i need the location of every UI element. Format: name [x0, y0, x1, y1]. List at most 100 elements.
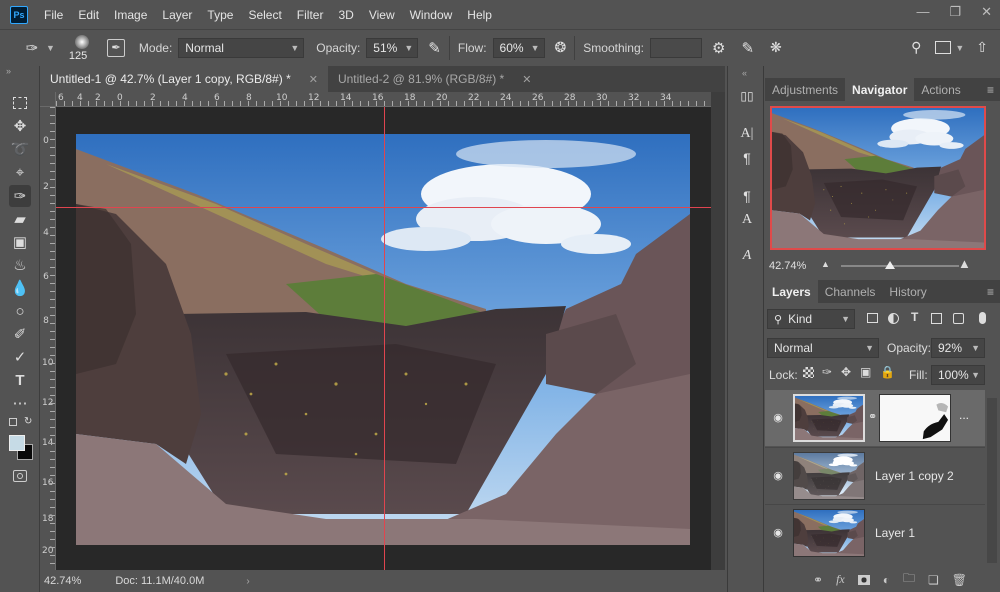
new-adjustment-layer-icon[interactable]: ◐ [883, 573, 890, 587]
canvas-vertical-scrollbar[interactable] [711, 92, 725, 570]
symmetry-butterfly-icon[interactable]: ❋ [770, 39, 782, 56]
quick-mask-icon[interactable] [13, 470, 27, 482]
eraser-tool-icon[interactable]: ▣ [9, 231, 31, 253]
zoom-slider-handle[interactable] [885, 261, 895, 269]
horizontal-ruler[interactable]: 6 4 2 0 2 4 6 8 10 12 14 16 18 20 22 24 … [56, 92, 711, 107]
status-zoom[interactable]: 42.74% [44, 575, 81, 587]
mode-dropdown[interactable]: Normal ▼ [178, 37, 305, 58]
vertical-guide[interactable] [384, 107, 385, 570]
layer-mask-thumbnail[interactable] [879, 394, 951, 442]
delete-layer-trash-icon[interactable]: 🗑 [952, 573, 967, 587]
filter-type-icon[interactable]: T [911, 310, 918, 324]
menu-window[interactable]: Window [410, 8, 453, 22]
opacity-field[interactable]: 51% ▼ [366, 37, 419, 58]
filter-pixel-icon[interactable] [867, 313, 878, 323]
brush-tool-icon[interactable]: ✑ [9, 185, 31, 207]
ruler-origin[interactable] [40, 92, 56, 107]
panel-menu-icon[interactable]: ≡ [987, 78, 994, 101]
vertical-ruler[interactable]: 0 2 4 6 8 10 12 14 16 18 20 [40, 107, 56, 570]
glyphs-panel-icon[interactable]: A [736, 246, 758, 266]
navigator-zoom-value[interactable]: 42.74% [769, 260, 806, 272]
tab-layers[interactable]: Layers [765, 280, 818, 303]
close-icon[interactable]: ✕ [981, 4, 992, 20]
navigator-zoom-slider[interactable] [841, 261, 959, 269]
type-tool-icon[interactable]: T [9, 369, 31, 391]
layer-name[interactable]: Layer 1 [875, 526, 915, 540]
menu-image[interactable]: Image [114, 8, 147, 22]
pen-tool-icon[interactable]: ✐ [9, 323, 31, 345]
search-icon[interactable]: ⚲ [911, 39, 921, 56]
blend-mode-dropdown[interactable]: Normal ▼ [767, 338, 879, 358]
collapse-toolbar-icon[interactable]: » [6, 66, 11, 76]
close-icon[interactable]: ✕ [522, 73, 531, 86]
link-layers-icon[interactable]: ⚭ [813, 573, 823, 587]
close-icon[interactable]: ✕ [309, 73, 318, 86]
lock-position-icon[interactable]: ✥ [841, 365, 851, 379]
dodge-tool-icon[interactable]: ○ [9, 300, 31, 322]
chevron-down-icon[interactable]: ▼ [46, 43, 55, 53]
tab-untitled-1[interactable]: Untitled-1 @ 42.7% (Layer 1 copy, RGB/8#… [40, 66, 328, 92]
layer-row-layer-1-copy[interactable]: ◉ ⚭ ... [765, 390, 985, 446]
document-canvas[interactable] [76, 134, 690, 545]
tab-adjustments[interactable]: Adjustments [765, 78, 845, 101]
panel-menu-icon[interactable]: ≡ [987, 280, 994, 303]
layer-opacity-field[interactable]: 92% ▼ [931, 338, 985, 358]
canvas-pasteboard[interactable] [56, 107, 711, 570]
collapse-panels-icon[interactable]: « [742, 68, 747, 78]
lock-artboard-icon[interactable]: ▣ [860, 365, 871, 379]
swap-colors-icon[interactable]: ↻ [24, 416, 32, 427]
lock-all-icon[interactable]: 🔒 [880, 365, 895, 379]
brush-tool-preset-icon[interactable]: ✑ [20, 39, 44, 57]
move-tool-icon[interactable]: ✥ [9, 115, 31, 137]
default-colors-icon[interactable] [9, 418, 17, 426]
foreground-color-swatch[interactable] [9, 435, 25, 451]
smoothing-settings-gear-icon[interactable]: ⚙ [712, 39, 725, 57]
lock-transparent-icon[interactable] [803, 367, 814, 378]
share-icon[interactable]: ⇧ [976, 39, 988, 56]
more-tools-icon[interactable]: ⋯ [9, 392, 31, 414]
layer-row-layer-1-copy-2[interactable]: ◉ Layer 1 copy 2 [765, 447, 985, 503]
new-group-icon[interactable]: 🗀 [903, 569, 915, 590]
zoom-out-icon[interactable]: ▲ [821, 259, 830, 269]
blur-tool-icon[interactable]: 💧 [9, 277, 31, 299]
pressure-size-icon[interactable]: ✎ [741, 39, 754, 57]
tab-channels[interactable]: Channels [818, 280, 883, 303]
menu-type[interactable]: Type [207, 8, 233, 22]
lasso-tool-icon[interactable]: ➰ [9, 138, 31, 160]
layer-more-icon[interactable]: ... [959, 408, 969, 422]
brush-settings-panel-icon[interactable]: ✒ [106, 38, 125, 57]
layer-name[interactable]: Layer 1 copy 2 [875, 469, 954, 483]
paragraph-panel-icon[interactable]: ¶ [736, 148, 758, 168]
character-styles-icon[interactable]: A [736, 210, 758, 230]
navigator-preview[interactable] [770, 106, 986, 250]
lock-image-pixels-icon[interactable]: ✑ [822, 365, 832, 379]
filter-smart-object-icon[interactable] [953, 313, 964, 324]
fill-field[interactable]: 100% ▼ [931, 365, 985, 385]
airbrush-icon[interactable]: ❂ [555, 39, 567, 56]
workspace-icon[interactable] [935, 41, 952, 54]
pressure-opacity-icon[interactable]: ✎ [428, 39, 441, 57]
menu-select[interactable]: Select [248, 8, 281, 22]
menu-file[interactable]: File [44, 8, 63, 22]
marquee-tool-icon[interactable] [9, 92, 31, 114]
paint-bucket-tool-icon[interactable]: ♨ [9, 254, 31, 276]
layer-style-fx-icon[interactable]: fx [836, 572, 845, 587]
menu-edit[interactable]: Edit [78, 8, 99, 22]
zoom-in-icon[interactable]: ▲ [958, 256, 971, 271]
add-mask-icon[interactable] [857, 574, 870, 585]
brush-size-preview[interactable]: 125 [69, 33, 95, 63]
tab-navigator[interactable]: Navigator [845, 78, 915, 101]
status-chevron-icon[interactable]: › [246, 576, 249, 587]
layer-mask-link-icon[interactable]: ⚭ [868, 410, 877, 423]
layer-row-layer-1[interactable]: ◉ Layer 1 [765, 504, 985, 560]
layer-thumbnail[interactable] [793, 509, 865, 557]
filter-toggle-icon[interactable] [979, 312, 986, 324]
menu-filter[interactable]: Filter [297, 8, 324, 22]
layer-kind-filter[interactable]: ⚲ Kind ▼ [767, 309, 855, 329]
menu-layer[interactable]: Layer [162, 8, 192, 22]
visibility-eye-icon[interactable]: ◉ [771, 525, 785, 539]
layer-thumbnail[interactable] [793, 452, 865, 500]
menu-view[interactable]: View [369, 8, 395, 22]
smoothing-field[interactable] [649, 37, 702, 58]
flow-field[interactable]: 60% ▼ [492, 37, 545, 58]
